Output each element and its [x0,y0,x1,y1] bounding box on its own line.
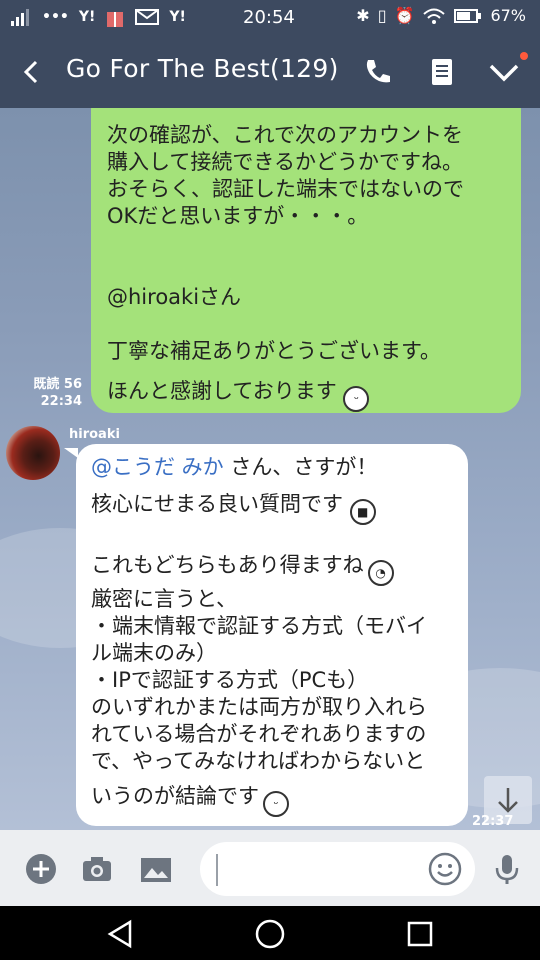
message-line: おそらく、認証した端末ではないので [107,177,464,201]
message-line: これもどちらもあり得ますね ◔ [91,552,454,586]
vibrate-icon: ▯ [377,6,387,25]
gift-icon [107,12,124,27]
yahoo-icon: Y! [78,9,96,25]
status-right-icons: ✱ ▯ ⏰ 67% [356,6,526,25]
wifi-icon [423,8,446,24]
message-line [107,311,505,338]
menu-chevron-icon[interactable] [486,54,522,90]
their-message-time: 22:37 [472,814,514,829]
message-line [107,257,505,284]
phone-icon[interactable] [360,54,396,90]
microphone-icon[interactable] [490,852,524,886]
message-line: いうのが結論です ᵕ [91,783,454,817]
notification-dot [520,52,528,60]
status-bar: ••• Y! Y! 20:54 ✱ ▯ ⏰ 67% [0,0,540,36]
message-line: ル端末のみ） [91,641,217,665]
bubble-tail [64,448,78,458]
laughing-emoji-icon: ᵕ [343,386,370,412]
emoji-icon[interactable] [428,852,462,886]
their-message-bubble[interactable]: @こうだ みか さん、さすが！ 核心にせまる良い質問です ■ これもどちらもあり… [76,444,468,826]
avatar[interactable] [6,426,60,480]
battery-percent: 67% [490,6,526,25]
their-message-lines: これもどちらもあり得ますね ◔ 厳密に言うと、・端末情報で認証する方式（モバイ ル端末… [91,552,454,817]
message-line: のいずれかまたは両方が取り入れら [91,695,427,719]
sunglasses-emoji-icon: ■ [349,499,376,525]
chat-area[interactable]: 次の確認が、これで次のアカウントを 購入して接続できるかどうかですね。 おそらく、認… [0,108,540,830]
notes-icon[interactable] [424,54,460,90]
text-caret [216,854,218,886]
sweat-emoji-icon: ◔ [367,560,394,586]
image-icon[interactable] [139,852,173,886]
mention-link[interactable]: @こうだ みか [91,455,224,479]
back-icon[interactable] [16,56,48,88]
nav-recents-icon[interactable] [402,916,438,952]
status-left-icons: ••• Y! Y! [10,6,186,28]
input-bar [0,830,540,906]
bluetooth-icon: ✱ [356,6,370,25]
system-nav-bar [0,906,540,960]
camera-icon[interactable] [80,852,114,886]
yahoo-icon: Y! [169,9,186,25]
chat-header: Go For The Best(129) [0,36,540,108]
message-line: 丁寧な補足ありがとうございます。 [107,339,441,363]
message-line: 購入して接続できるかどうかですね。 [107,150,463,174]
sender-name: hiroaki [69,427,120,442]
laughing-emoji-icon: ᵕ [263,791,289,817]
message-line: ・IPで認証する方式（PCも） [91,668,369,692]
alarm-icon: ⏰ [394,6,415,25]
read-receipt: 既読 56 22:34 [33,376,82,410]
message-line: @こうだ みか さん、さすが！ [91,455,378,479]
signal-icon [11,9,29,26]
message-line: 次の確認が、これで次のアカウントを [107,123,463,147]
message-line: 厳密に言うと、 [91,587,238,611]
dots-icon: ••• [42,9,69,25]
message-line: OKだと思いますが・・・。 [107,204,369,228]
battery-icon [454,8,482,23]
message-line: @hiroakiさん [107,285,242,309]
my-message-last-line: ほんと感謝しております ᵕ [107,378,505,412]
my-message-lines: 次の確認が、これで次のアカウントを 購入して接続できるかどうかですね。 おそらく、認… [107,122,505,365]
message-line: で、やってみなければわからないと [91,749,426,773]
nav-home-icon[interactable] [252,916,288,952]
status-time: 20:54 [243,7,295,28]
my-message-time: 22:34 [40,394,82,409]
message-line: ・端末情報で認証する方式（モバイ [91,614,427,638]
message-line: れている場合がそれぞれありますの [91,722,427,746]
message-line [107,230,505,257]
mail-icon [135,9,160,25]
nav-back-icon[interactable] [102,916,138,952]
my-message-bubble[interactable]: 次の確認が、これで次のアカウントを 購入して接続できるかどうかですね。 おそらく、認… [91,108,521,413]
plus-icon[interactable] [24,852,58,886]
read-count: 既読 56 [33,377,82,392]
chat-title: Go For The Best(129) [66,54,339,83]
message-line: 核心にせまる良い質問です ■ [91,491,454,525]
